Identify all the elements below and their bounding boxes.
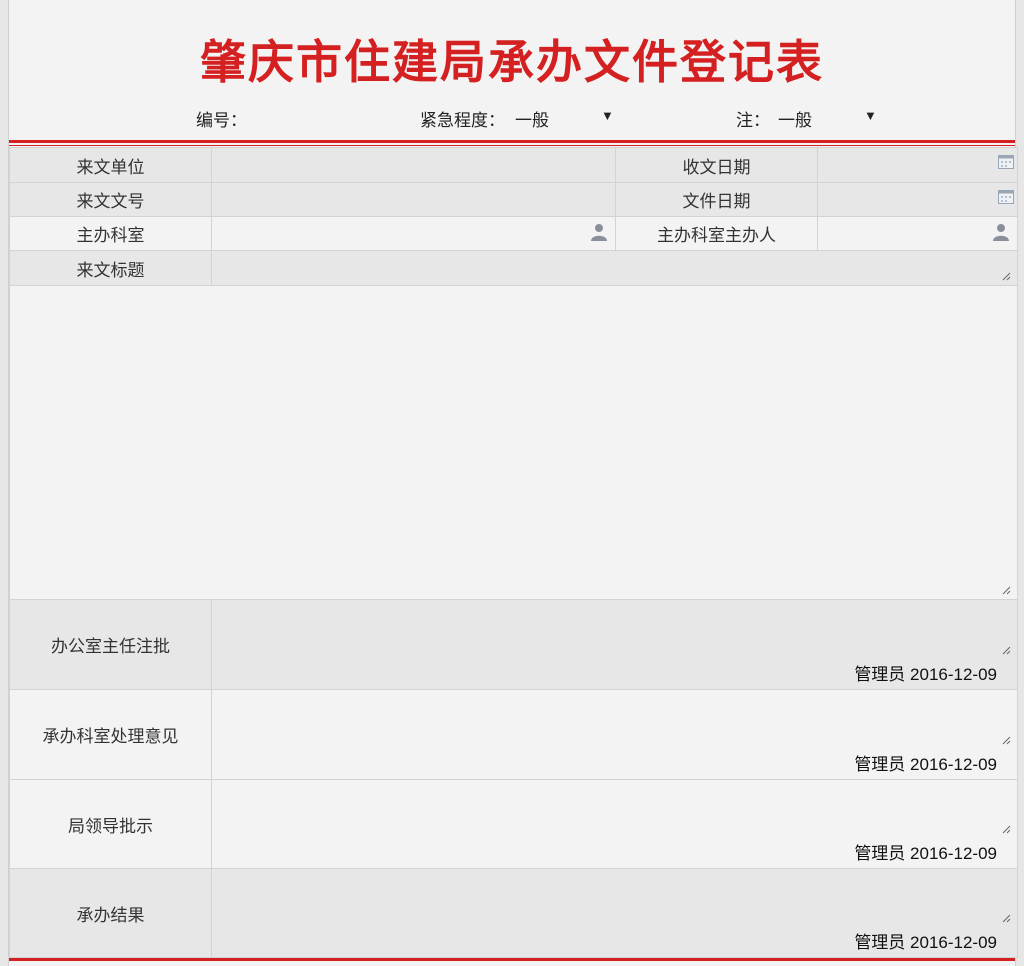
office-director-textarea[interactable]: 管理员 2016-12-09 (211, 599, 1018, 690)
signer-stamp: 管理员 2016-12-09 (854, 755, 997, 774)
resize-handle-icon[interactable] (1002, 646, 1011, 655)
table-row: 来文标题 (9, 250, 1018, 286)
left-margin (0, 0, 8, 966)
doc-number-label: 来文文号 (9, 182, 212, 217)
resize-handle-icon[interactable] (1002, 914, 1011, 923)
urgency-label: 紧急程度： (420, 111, 505, 130)
signer-stamp: 管理员 2016-12-09 (854, 933, 997, 952)
registration-table: 来文单位 收文日期 来文文号 文件日期 主办科室 主办科室主办人 来文标题 办公… (9, 147, 1018, 958)
calendar-icon[interactable] (998, 189, 1014, 204)
file-date-label: 文件日期 (615, 182, 818, 217)
table-row: 来文文号 文件日期 (9, 182, 1018, 217)
note-value: 一般 (778, 111, 812, 130)
doc-title-label: 来文标题 (9, 250, 212, 286)
sender-unit-input[interactable] (211, 147, 616, 183)
note-label: 注： (736, 111, 770, 130)
result-label: 承办结果 (9, 868, 212, 958)
office-director-label: 办公室主任注批 (9, 599, 212, 690)
header-divider (9, 140, 1015, 143)
host-person-label: 主办科室主办人 (615, 216, 818, 251)
user-picker-icon[interactable] (590, 223, 608, 241)
approval-row: 承办科室处理意见 管理员 2016-12-09 (9, 689, 1018, 780)
note-select[interactable]: 一般 ▼ (778, 106, 878, 131)
approval-row: 局领导批示 管理员 2016-12-09 (9, 779, 1018, 869)
doc-title-input[interactable] (211, 250, 1018, 286)
form-frame: 肇庆市住建局承办文件登记表 编号： 紧急程度： 一般 ▼ 注： 一般 ▼ 来文单… (8, 0, 1018, 966)
meta-row: 编号： 紧急程度： 一般 ▼ 注： 一般 ▼ (9, 104, 1015, 132)
urgency-select[interactable]: 一般 ▼ (515, 106, 615, 131)
host-dept-label: 主办科室 (9, 216, 212, 251)
dropdown-arrow-icon: ▼ (864, 108, 877, 123)
dept-opinion-label: 承办科室处理意见 (9, 689, 212, 780)
signer-stamp: 管理员 2016-12-09 (854, 665, 997, 684)
approval-row: 办公室主任注批 管理员 2016-12-09 (9, 599, 1018, 690)
sender-unit-label: 来文单位 (9, 147, 212, 183)
host-person-input[interactable] (817, 216, 1018, 251)
received-date-input[interactable] (817, 147, 1018, 183)
calendar-icon[interactable] (998, 154, 1014, 169)
number-label: 编号： (196, 111, 247, 130)
resize-handle-icon[interactable] (1002, 586, 1011, 595)
table-row: 主办科室 主办科室主办人 (9, 216, 1018, 251)
resize-handle-icon[interactable] (1002, 736, 1011, 745)
doc-number-input[interactable] (211, 182, 616, 217)
resize-handle-icon[interactable] (1002, 272, 1011, 281)
host-dept-input[interactable] (211, 216, 616, 251)
footer-divider (9, 958, 1015, 961)
content-textarea[interactable] (9, 285, 1018, 600)
received-date-label: 收文日期 (615, 147, 818, 183)
leader-instruction-textarea[interactable]: 管理员 2016-12-09 (211, 779, 1018, 869)
dropdown-arrow-icon: ▼ (601, 108, 614, 123)
resize-handle-icon[interactable] (1002, 825, 1011, 834)
leader-instruction-label: 局领导批示 (9, 779, 212, 869)
urgency-value: 一般 (515, 111, 549, 130)
dept-opinion-textarea[interactable]: 管理员 2016-12-09 (211, 689, 1018, 780)
form-title: 肇庆市住建局承办文件登记表 (200, 35, 824, 89)
signer-stamp: 管理员 2016-12-09 (854, 844, 997, 863)
table-row (9, 285, 1018, 600)
file-date-input[interactable] (817, 182, 1018, 217)
user-picker-icon[interactable] (992, 223, 1010, 241)
approval-row: 承办结果 管理员 2016-12-09 (9, 868, 1018, 958)
table-row: 来文单位 收文日期 (9, 147, 1018, 183)
header-divider-thin (9, 145, 1015, 146)
result-textarea[interactable]: 管理员 2016-12-09 (211, 868, 1018, 958)
